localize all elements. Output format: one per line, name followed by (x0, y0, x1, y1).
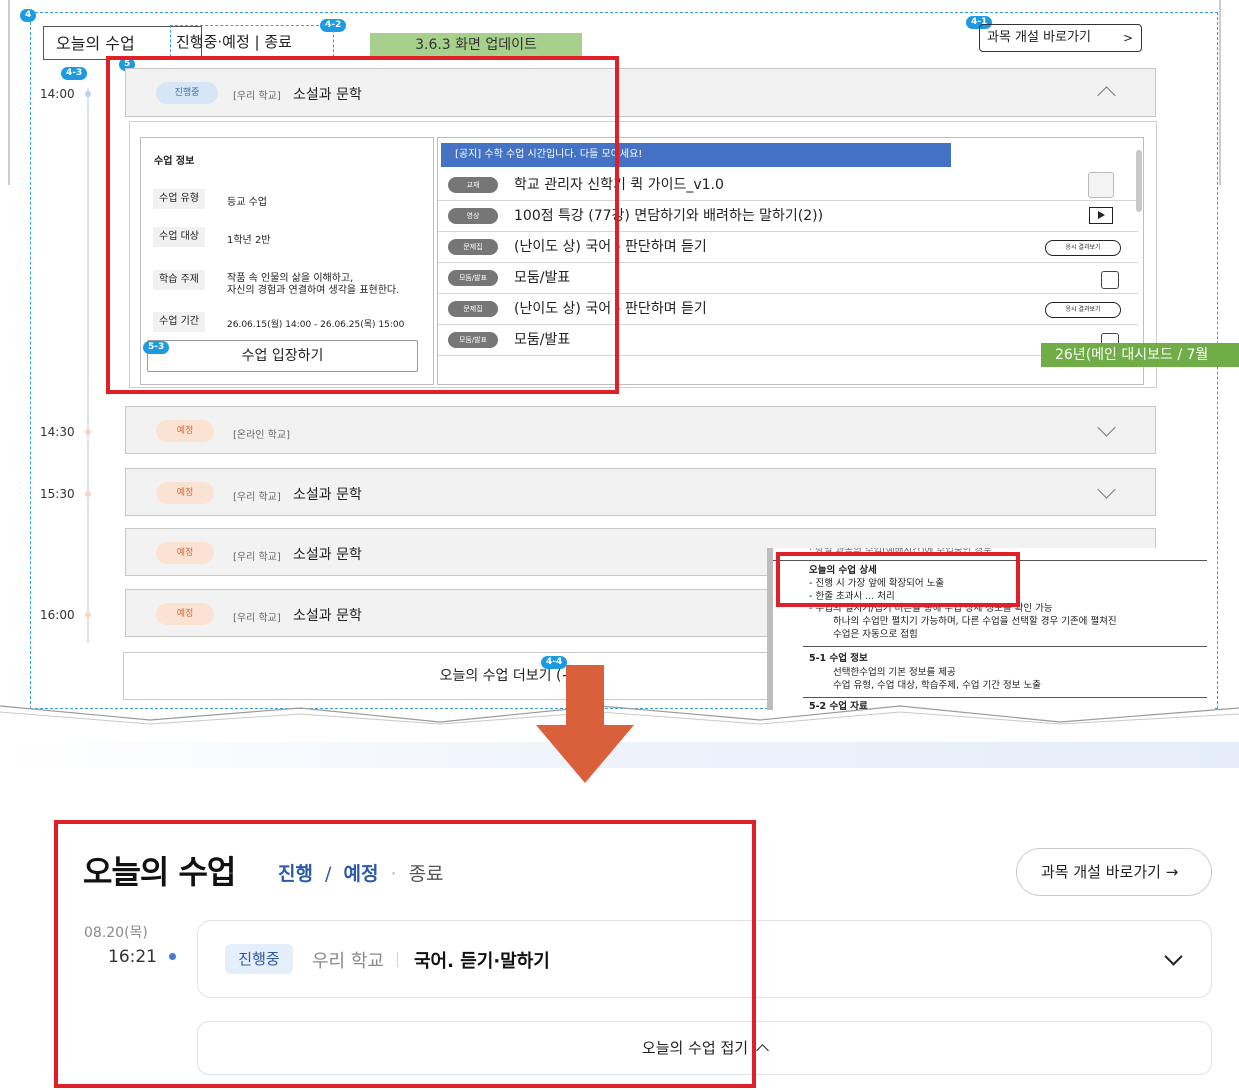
play-triangle (1098, 211, 1105, 219)
time-label: 16:00 (40, 608, 75, 622)
note-line: 수업 유형, 수업 대상, 학습주제, 수업 기간 정보 노출 (833, 680, 1042, 691)
marker-4: 4 (20, 9, 37, 22)
chevron-up-icon (756, 1044, 769, 1057)
time-label: 15:30 (40, 487, 75, 501)
highlight-box (776, 552, 1020, 607)
highlight-box (106, 56, 619, 394)
note-title: 5-1 수업 정보 (809, 653, 868, 664)
class-title: 소설과 문학 (293, 547, 362, 563)
dashboard-tag: 26년(메인 대시보드 / 7월 (1041, 343, 1239, 367)
arrow-head (536, 725, 634, 783)
wf-status-tabs[interactable]: 진행중·예정 | 종료 (170, 25, 334, 57)
scrollbar[interactable] (1136, 150, 1142, 212)
open-course-button[interactable]: 과목 개설 바로가기 → (1016, 848, 1212, 896)
open-course-label: 과목 개설 바로가기 (987, 30, 1091, 45)
play-icon[interactable] (1089, 207, 1113, 224)
checkbox[interactable] (1101, 271, 1119, 289)
right-edge-line (1219, 0, 1221, 185)
chevron-down-icon[interactable] (1097, 418, 1116, 437)
timeline-dot (85, 91, 91, 97)
highlight-box (54, 820, 756, 1088)
status-badge: 예정 (156, 482, 214, 504)
note-line: 수업은 자동으로 접힘 (833, 629, 918, 640)
marker-4-3: 4-3 (61, 67, 88, 80)
update-tag: 3.6.3 화면 업데이트 (370, 33, 582, 57)
wireframe-section: 4 4-1 4-2 4-3 5 5-1 5-2 5-3 오늘의 수업 진행중·예… (0, 0, 1239, 725)
timeline-line (87, 88, 89, 643)
note-line: 하나의 수업만 펼치기 가능하며, 다른 수업을 선택할 경우 기존에 펼쳐진 (833, 616, 1117, 627)
left-edge-line (8, 0, 10, 185)
timeline-dot (85, 491, 91, 497)
chevron-right-icon: > (1122, 31, 1133, 45)
wf-open-course-button[interactable]: 과목 개설 바로가기 > (979, 24, 1142, 52)
timeline-dot (85, 612, 91, 618)
status-badge: 예정 (156, 542, 214, 564)
school-label: [온라인 학교] (233, 430, 290, 441)
chevron-down-icon[interactable] (1164, 947, 1183, 966)
status-badge: 예정 (156, 420, 214, 442)
view-result-button[interactable]: 응시 결과보기 (1045, 240, 1121, 256)
marker-4-4: 4-4 (541, 656, 568, 669)
timeline-dot (85, 429, 91, 435)
class-title: 소설과 문학 (293, 608, 362, 624)
status-badge: 예정 (156, 603, 214, 625)
school-label: [우리 학교] (233, 492, 281, 503)
checkbox[interactable] (1088, 172, 1114, 198)
time-label: 14:00 (40, 87, 75, 101)
school-label: [우리 학교] (233, 613, 281, 624)
chevron-up-icon[interactable] (1097, 86, 1116, 105)
time-label: 14:30 (40, 425, 75, 439)
torn-edge (0, 705, 1239, 725)
view-result-button[interactable]: 응시 결과보기 (1045, 302, 1121, 318)
school-label: [우리 학교] (233, 552, 281, 563)
divider (803, 697, 1207, 698)
chevron-down-icon[interactable] (1097, 480, 1116, 499)
class-card[interactable]: 예정 [우리 학교] 소설과 문학 (125, 468, 1156, 516)
divider (803, 646, 1207, 647)
note-line: 선택한수업의 기본 정보를 제공 (833, 667, 956, 678)
class-card[interactable]: 예정 [온라인 학교] (125, 406, 1156, 454)
class-title: 소설과 문학 (293, 487, 362, 503)
